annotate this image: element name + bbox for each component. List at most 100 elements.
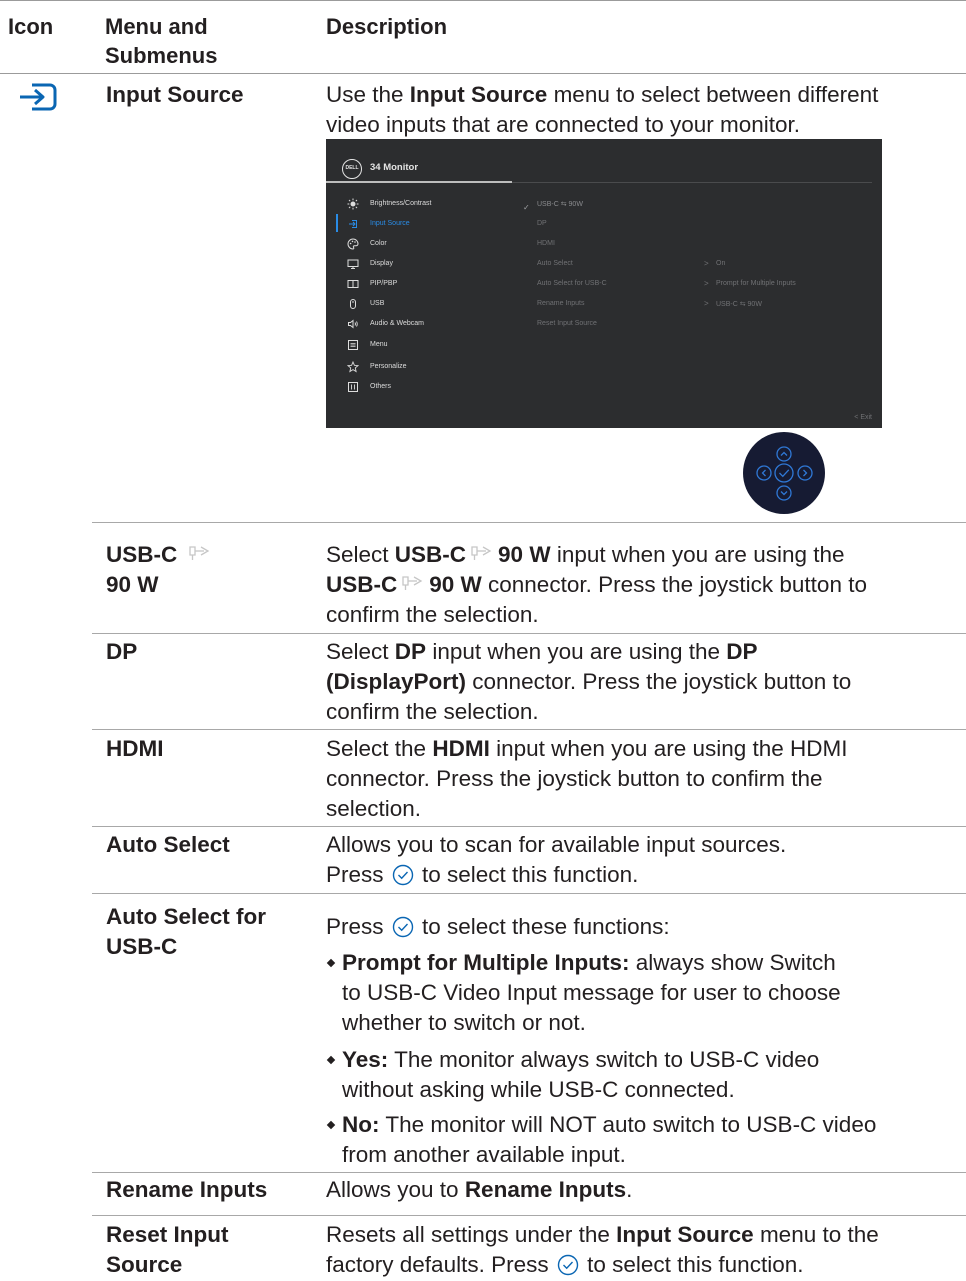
text: to select this function. [580,1252,804,1277]
usbc-name: USB-C 90 W [106,540,216,600]
text: Select the [326,736,433,761]
osd-value-auto-select: On [716,260,726,267]
osd-sub-auto-select-usbc[interactable]: Auto Select for USB-C [537,280,607,287]
auto-select-description: Allows you to scan for available input s… [326,830,962,890]
osd-sub-auto-select[interactable]: Auto Select [537,260,573,267]
text: Press [326,862,390,887]
input-source-name: Input Source [106,82,244,107]
text: factory defaults. Press [326,1252,555,1277]
osd-sub-rename-inputs[interactable]: Rename Inputs [537,300,584,307]
header-description: Description [326,14,448,39]
osd-value-auto-select-usbc: Prompt for Multiple Inputs [716,280,796,287]
bold-text: No: [342,1112,380,1137]
osd-sub-reset-input-source[interactable]: Reset Input Source [537,320,597,327]
bold-text: Prompt for Multiple Inputs: [342,950,630,975]
text: confirm the selection. [326,699,539,724]
input-source-icon [20,83,57,111]
text: Reset Input [106,1222,229,1247]
osd-menu-usb[interactable]: USB [370,300,384,307]
osd-sub-usbc[interactable]: USB-C ⇆ 90W [537,200,583,208]
hdmi-name: HDMI [106,736,164,761]
power-plug-icon [471,546,492,560]
osd-sub-hdmi[interactable]: HDMI [537,240,555,247]
rename-inputs-description: Allows you to Rename Inputs. [326,1175,962,1205]
osd-menu-pip-pbp[interactable]: PIP/PBP [370,280,397,287]
osd-menu-color[interactable]: Color [370,240,387,247]
bold-text: HDMI [432,736,490,761]
bold-text: 90 W [429,572,482,597]
text: to select this function. [415,862,639,887]
text: without asking while USB-C connected. [342,1077,735,1102]
text: connector. Press the joystick button to … [326,766,823,791]
text: USB-C [106,542,178,567]
text: connector. Press the joystick button to [466,669,852,694]
text: menu to select between different [547,82,879,107]
auto-select-usbc-name: Auto Select for USB-C [106,902,266,962]
bold-text: USB-C [326,572,398,597]
text: from another available input. [342,1142,626,1167]
palette-icon [347,238,359,250]
osd-progress-bar [326,181,512,183]
header-menu-line1: Menu and [105,14,208,39]
check-circle-icon [392,864,413,886]
reset-input-source-name: Reset Input Source [106,1220,229,1280]
chevron-right-icon: > [704,279,709,288]
bold-text: Rename Inputs [464,1177,627,1202]
osd-menu-menu[interactable]: Menu [370,341,388,348]
osd-menu-others[interactable]: Others [370,383,391,390]
header-rule [0,73,966,74]
brightness-icon [347,198,359,210]
power-plug-icon [402,576,423,590]
text: The monitor will NOT auto switch to USB-… [379,1112,877,1137]
display-icon [347,258,359,270]
speaker-icon [347,318,359,330]
text: to USB-C Video Input message for user to… [342,980,841,1005]
hdmi-description: Select the HDMI input when you are using… [326,734,962,824]
dp-description: Select DP input when you are using the D… [326,637,962,727]
text: USB-C [106,934,178,959]
auto-select-usbc-description: Press to select these functions: [326,912,962,942]
bold-text: Input Source [616,1222,754,1247]
osd-sub-dp[interactable]: DP [537,220,547,227]
text: Use the [326,82,410,107]
osd-exit[interactable]: < Exit [854,414,872,421]
row-divider [92,633,966,634]
text: The monitor always switch to USB-C video [388,1047,820,1072]
check-circle-icon [557,1254,579,1276]
reset-input-source-description: Resets all settings under the Input Sour… [326,1220,962,1280]
input-icon [347,218,359,230]
auto-select-name: Auto Select [106,832,230,857]
text: video inputs that are connected to your … [326,112,801,137]
bullet-no: No: The monitor will NOT auto switch to … [326,1110,962,1170]
text: connector. Press the joystick button to [481,572,867,597]
row-divider [92,522,966,523]
others-icon [347,381,359,393]
text: to select these functions: [415,914,670,939]
chevron-right-icon: > [704,259,709,268]
text: input when you are using the [550,542,845,567]
dp-name: DP [106,639,138,664]
osd-menu-input-source[interactable]: Input Source [370,220,410,227]
header-icon: Icon [8,14,54,39]
header-menu-line2: Submenus [105,43,218,68]
osd-title: 34 Monitor [370,162,419,173]
osd-menu-display[interactable]: Display [370,260,393,267]
text: menu to the [753,1222,879,1247]
bold-text: (DisplayPort) [326,669,467,694]
text: Source [106,1252,183,1277]
osd-menu-brightness[interactable]: Brightness/Contrast [370,200,431,207]
osd-check-mark: ✓ [523,203,530,212]
text: Press [326,914,390,939]
text: Allows you to [326,1177,465,1202]
bold-text: DP [726,639,758,664]
text: input when you are using the [426,639,727,664]
bold-text: Yes: [342,1047,389,1072]
text: Select [326,542,395,567]
row-divider [92,729,966,730]
osd-menu-audio-webcam[interactable]: Audio & Webcam [370,320,424,327]
dell-logo: DELL [342,159,362,179]
table-top-rule [0,0,966,1]
text: Auto Select for [106,904,267,929]
osd-menu-personalize[interactable]: Personalize [370,363,407,370]
text: 90 W [106,572,159,597]
